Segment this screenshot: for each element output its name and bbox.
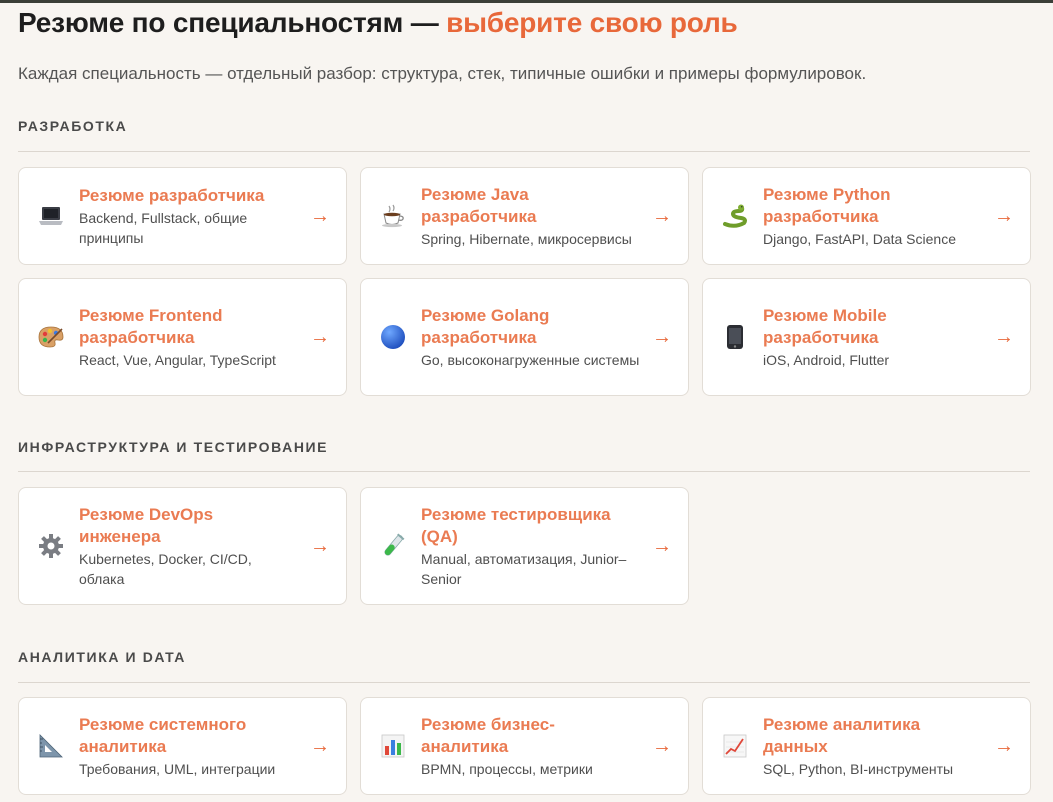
card-python-developer-resume[interactable]: Резюме Python разработчика Django, FastA… xyxy=(702,167,1031,265)
card-description: Spring, Hibernate, микросервисы xyxy=(421,230,632,247)
palette-icon xyxy=(38,324,64,350)
page-title-accent: выберите свою роль xyxy=(446,7,738,38)
card-description: React, Vue, Angular, TypeScript xyxy=(79,351,276,368)
arrow-right-icon: → xyxy=(652,326,672,348)
page: Резюме по специальностям — выберите свою… xyxy=(0,0,1053,795)
section-divider xyxy=(18,471,1030,472)
arrow-right-icon: → xyxy=(994,735,1014,757)
line-chart-icon xyxy=(722,733,748,759)
card-developer-resume[interactable]: Резюме разработчика Backend, Fullstack, … xyxy=(18,167,347,265)
arrow-right-icon: → xyxy=(652,735,672,757)
arrow-right-icon: → xyxy=(310,735,330,757)
blue-circle-icon xyxy=(380,324,406,350)
card-data-analyst-resume[interactable]: Резюме аналитика данных SQL, Python, BI-… xyxy=(702,697,1031,795)
cards-grid-analytics: Резюме системного аналитика Требования, … xyxy=(18,697,1031,795)
card-description: Kubernetes, Docker, CI/CD, облака xyxy=(79,550,252,587)
card-description: Django, FastAPI, Data Science xyxy=(763,230,956,247)
arrow-right-icon: → xyxy=(310,535,330,557)
card-title: Резюме тестировщика (QA) xyxy=(421,504,611,546)
arrow-right-icon: → xyxy=(310,326,330,348)
section-title-infrastructure: ИНФРАСТРУКТУРА И ТЕСТИРОВАНИЕ xyxy=(18,439,329,455)
laptop-icon xyxy=(38,203,64,229)
triangular-ruler-icon xyxy=(38,733,64,759)
arrow-right-icon: → xyxy=(994,326,1014,348)
card-description: Manual, автоматизация, Junior–Senior xyxy=(421,550,627,587)
arrow-right-icon: → xyxy=(994,205,1014,227)
page-title: Резюме по специальностям — выберите свою… xyxy=(18,5,1029,41)
card-description: SQL, Python, BI-инструменты xyxy=(763,760,954,777)
snake-icon xyxy=(722,203,748,229)
card-title: Резюме бизнес-аналитика xyxy=(421,714,555,756)
card-description: iOS, Android, Flutter xyxy=(763,351,890,368)
top-border xyxy=(0,0,1053,3)
card-title: Резюме разработчика xyxy=(79,185,265,205)
page-subtitle: Каждая специальность — отдельный разбор:… xyxy=(18,64,867,83)
section-title-analytics: АНАЛИТИКА И DATA xyxy=(18,649,186,665)
card-devops-engineer-resume[interactable]: Резюме DevOps инженера Kubernetes, Docke… xyxy=(18,487,347,605)
section-divider xyxy=(18,151,1030,152)
coffee-cup-icon xyxy=(380,203,406,229)
card-mobile-developer-resume[interactable]: Резюме Mobile разработчика iOS, Android,… xyxy=(702,278,1031,396)
arrow-right-icon: → xyxy=(310,205,330,227)
card-description: Go, высоконагруженные системы xyxy=(421,351,640,368)
card-title: Резюме Mobile разработчика xyxy=(763,305,887,347)
cards-grid-development: Резюме разработчика Backend, Fullstack, … xyxy=(18,167,1031,396)
card-description: Backend, Fullstack, общие принципы xyxy=(79,209,248,246)
bar-chart-icon xyxy=(380,733,406,759)
arrow-right-icon: → xyxy=(652,535,672,557)
card-title: Резюме Golang разработчика xyxy=(421,305,550,347)
card-frontend-developer-resume[interactable]: Резюме Frontend разработчика React, Vue,… xyxy=(18,278,347,396)
card-description: Требования, UML, интеграции xyxy=(79,760,276,777)
card-title: Резюме DevOps инженера xyxy=(79,504,214,546)
card-golang-developer-resume[interactable]: Резюме Golang разработчика Go, высоконаг… xyxy=(360,278,689,396)
mobile-phone-icon xyxy=(722,324,748,350)
card-business-analyst-resume[interactable]: Резюме бизнес-аналитика BPMN, процессы, … xyxy=(360,697,689,795)
test-tube-icon xyxy=(380,533,406,559)
card-title: Резюме системного аналитика xyxy=(79,714,247,756)
gear-icon xyxy=(38,533,64,559)
arrow-right-icon: → xyxy=(652,205,672,227)
card-qa-tester-resume[interactable]: Резюме тестировщика (QA) Manual, автомат… xyxy=(360,487,689,605)
card-title: Резюме Python разработчика xyxy=(763,184,891,226)
card-system-analyst-resume[interactable]: Резюме системного аналитика Требования, … xyxy=(18,697,347,795)
card-title: Резюме Frontend разработчика xyxy=(79,305,223,347)
cards-grid-infrastructure: Резюме DevOps инженера Kubernetes, Docke… xyxy=(18,487,1029,605)
card-description: BPMN, процессы, метрики xyxy=(421,760,593,777)
section-divider xyxy=(18,682,1030,683)
page-title-main: Резюме по специальностям — xyxy=(18,7,447,38)
card-java-developer-resume[interactable]: Резюме Java разработчика Spring, Hiberna… xyxy=(360,167,689,265)
card-title: Резюме аналитика данных xyxy=(763,714,921,756)
card-title: Резюме Java разработчика xyxy=(421,184,537,226)
section-title-development: РАЗРАБОТКА xyxy=(18,118,128,134)
